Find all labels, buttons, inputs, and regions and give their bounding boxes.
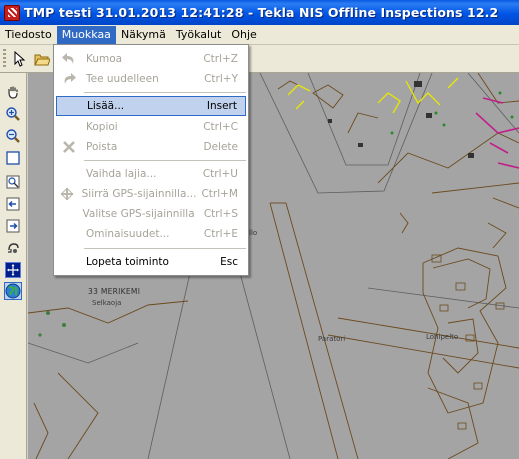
title-bar[interactable]: TMP testi 31.01.2013 12:41:28 - Tekla NI…	[0, 0, 519, 25]
gps-move-icon	[56, 184, 78, 204]
menu-separator	[84, 160, 246, 161]
menu-item-copy[interactable]: Kopioi Ctrl+C	[56, 117, 246, 137]
menu-item-delete[interactable]: Poista Delete	[56, 137, 246, 157]
zoom-window-icon[interactable]	[4, 173, 22, 191]
map-label-parcel-1: Paratori	[318, 335, 346, 343]
app-logo-icon	[4, 4, 20, 21]
menu-item-undo[interactable]: Kumoa Ctrl+Z	[56, 49, 246, 69]
undo-icon	[56, 49, 82, 69]
full-extent-icon[interactable]	[4, 149, 22, 167]
menu-tiedosto[interactable]: Tiedosto	[0, 26, 57, 44]
toolbar-grip[interactable]	[3, 49, 6, 69]
map-label-subname: Selkaoja	[92, 299, 122, 307]
menu-item-properties[interactable]: Ominaisuudet... Ctrl+E	[56, 224, 246, 244]
menu-nakyma[interactable]: Näkymä	[116, 26, 171, 44]
menu-item-stop-action[interactable]: Lopeta toiminto Esc	[56, 252, 246, 272]
menu-item-redo[interactable]: Tee uudelleen Ctrl+Y	[56, 69, 246, 89]
pan-hand-icon[interactable]	[4, 83, 22, 101]
zoom-in-icon[interactable]	[4, 105, 22, 123]
zoom-out-icon[interactable]	[4, 127, 22, 145]
menu-tyokalut[interactable]: Työkalut	[171, 26, 227, 44]
menu-bar: Tiedosto Muokkaa Näkymä Työkalut Ohje	[0, 25, 519, 45]
pointer-icon[interactable]	[11, 50, 29, 68]
map-label-parcel-2: Lohipelto	[426, 333, 459, 341]
menu-item-change-type[interactable]: Vaihda lajia... Ctrl+U	[56, 164, 246, 184]
menu-separator	[84, 248, 246, 249]
globe-gps-icon[interactable]	[4, 282, 22, 300]
menu-item-gps-select[interactable]: Valitse GPS-sijainnilla Ctrl+S	[56, 204, 246, 224]
menu-item-add[interactable]: Lisää... Insert	[56, 96, 246, 116]
delete-x-icon	[56, 137, 82, 157]
menu-item-gps-move[interactable]: Siirrä GPS-sijainnilla... Ctrl+M	[56, 184, 246, 204]
move-extent-icon[interactable]	[4, 261, 22, 279]
next-view-icon[interactable]	[4, 217, 22, 235]
menu-ohje[interactable]: Ohje	[226, 26, 261, 44]
map-label-place: 33 MERIKEMI	[88, 287, 141, 296]
window-title: TMP testi 31.01.2013 12:41:28 - Tekla NI…	[24, 5, 499, 20]
refresh-icon[interactable]	[4, 239, 22, 257]
tool-palette	[0, 73, 27, 459]
open-folder-icon[interactable]	[33, 50, 51, 68]
previous-view-icon[interactable]	[4, 195, 22, 213]
edit-menu-dropdown: Kumoa Ctrl+Z Tee uudelleen Ctrl+Y Lisää.…	[53, 44, 249, 276]
menu-separator	[84, 92, 246, 93]
menu-muokkaa[interactable]: Muokkaa	[56, 25, 116, 44]
redo-icon	[56, 69, 82, 89]
